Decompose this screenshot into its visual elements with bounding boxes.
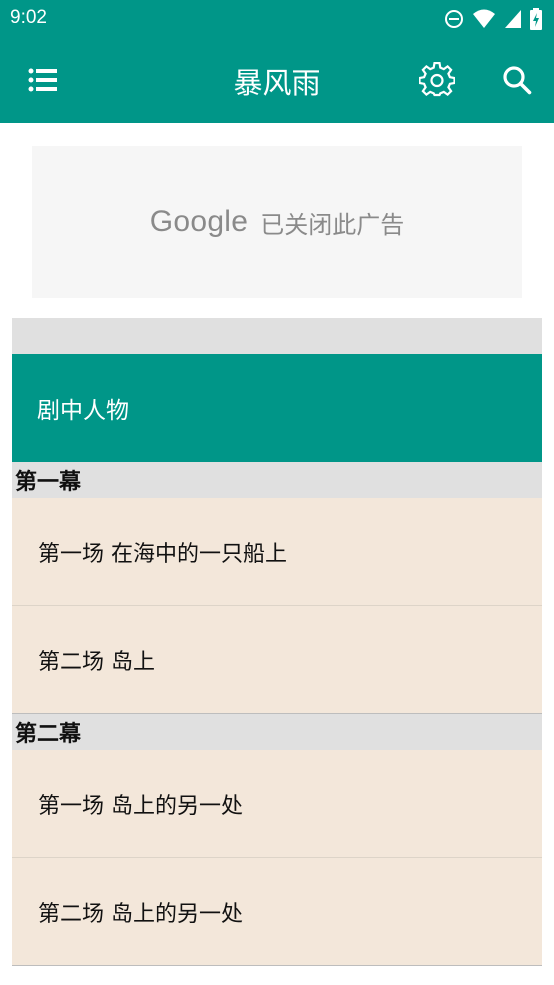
scene-label: 第一场 岛上的另一处	[38, 793, 243, 819]
characters-label: 剧中人物	[37, 398, 129, 424]
google-logo: Google	[149, 205, 249, 238]
gear-icon	[419, 62, 455, 97]
characters-item[interactable]: 剧中人物	[12, 354, 542, 462]
act-title: 第一幕	[15, 470, 82, 495]
ad-banner: Google 已关闭此广告	[32, 146, 522, 298]
page-title: 暴风雨	[233, 66, 321, 100]
status-time: 9:02	[10, 7, 47, 28]
settings-button[interactable]	[415, 58, 459, 102]
search-button[interactable]	[495, 58, 539, 102]
search-icon	[503, 66, 532, 95]
scene-label: 第一场 在海中的一只船上	[38, 541, 287, 567]
scene-item[interactable]: 第二场 岛上的另一处	[12, 858, 542, 966]
status-icons	[444, 8, 542, 30]
do-not-disturb-icon	[445, 10, 463, 28]
ad-closed-text: 已关闭此广告	[260, 210, 405, 239]
scene-item[interactable]: 第一场 岛上的另一处	[12, 750, 542, 858]
scene-item[interactable]: 第一场 在海中的一只船上	[12, 498, 542, 606]
app-bar: 暴风雨	[0, 38, 554, 123]
battery-icon	[530, 8, 542, 30]
scene-item[interactable]: 第二场 岛上	[12, 606, 542, 714]
wifi-icon	[473, 9, 495, 28]
scene-label: 第二场 岛上的另一处	[38, 901, 243, 927]
list-top-spacer	[12, 318, 542, 354]
chapter-list: 剧中人物 第一幕 第一场 在海中的一只船上 第二场 岛上 第二幕 第一场 岛上的…	[12, 318, 542, 966]
scene-label: 第二场 岛上	[38, 649, 155, 675]
signal-icon	[505, 10, 521, 28]
act-header: 第二幕	[12, 714, 542, 750]
act-header: 第一幕	[12, 462, 542, 498]
act-title: 第二幕	[15, 722, 82, 747]
status-bar: 9:02	[0, 0, 554, 38]
